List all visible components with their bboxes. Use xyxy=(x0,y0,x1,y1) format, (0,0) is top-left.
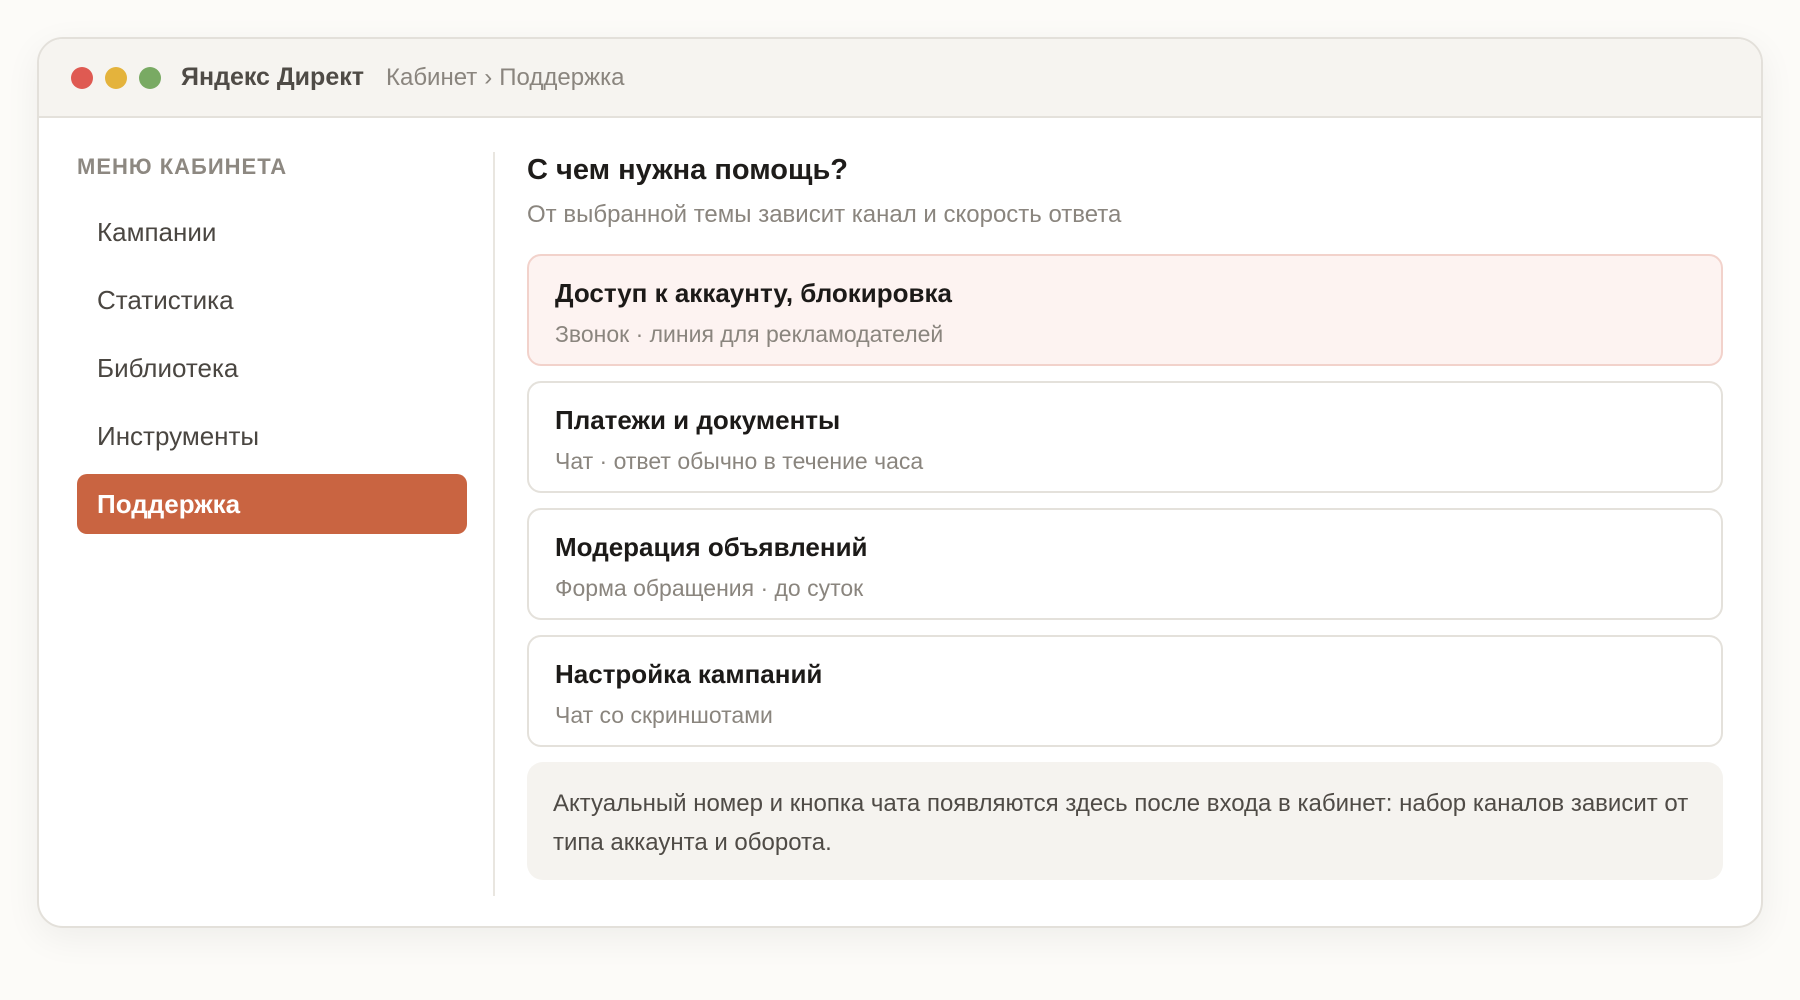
sidebar-item-tools[interactable]: Инструменты xyxy=(77,406,467,466)
topic-channel: Чат · ответ обычно в течение часа xyxy=(555,448,924,474)
breadcrumb-item-cabinet[interactable]: Кабинет xyxy=(386,64,477,92)
breadcrumb-separator: › xyxy=(484,63,493,91)
topic-channel: Звонок · линия для рекламодателей xyxy=(555,321,944,347)
topic-title: Платежи и документы xyxy=(555,405,841,435)
info-note: Актуальный номер и кнопка чата появляютс… xyxy=(527,762,1723,880)
app-title: Яндекс Директ xyxy=(181,63,364,91)
app-window: Яндекс Директ Кабинет › Поддержка МЕНЮ К… xyxy=(37,37,1763,928)
close-window-button[interactable] xyxy=(71,66,93,89)
menu-heading: МЕНЮ КАБИНЕТА xyxy=(77,154,288,179)
title-bar: Яндекс Директ Кабинет › Поддержка xyxy=(39,39,1761,118)
breadcrumb: Кабинет › Поддержка xyxy=(386,64,624,92)
topic-card-moderation[interactable]: Модерация объявлений Форма обращения · д… xyxy=(527,508,1723,620)
sidebar-item-statistics[interactable]: Статистика xyxy=(77,270,467,330)
sidebar-item-campaigns[interactable]: Кампании xyxy=(77,202,467,262)
topic-card-payments[interactable]: Платежи и документы Чат · ответ обычно в… xyxy=(527,381,1723,493)
topic-channel: Форма обращения · до суток xyxy=(555,575,864,601)
sidebar-item-library[interactable]: Библиотека xyxy=(77,338,467,398)
topic-channel: Чат со скриншотами xyxy=(555,702,773,728)
sidebar-item-support[interactable]: Поддержка xyxy=(77,474,467,534)
topic-card-account-access[interactable]: Доступ к аккаунту, блокировка Звонок · л… xyxy=(527,254,1723,366)
page-title: С чем нужна помощь? xyxy=(527,154,848,186)
breadcrumb-item-support: Поддержка xyxy=(499,63,625,91)
minimize-window-button[interactable] xyxy=(105,66,127,89)
sidebar-menu: МЕНЮ КАБИНЕТА Кампании Статистика Библио… xyxy=(39,118,495,926)
topic-card-campaign-setup[interactable]: Настройка кампаний Чат со скриншотами xyxy=(527,635,1723,747)
support-panel: С чем нужна помощь? От выбранной темы за… xyxy=(495,118,1761,926)
topic-title: Модерация объявлений xyxy=(555,532,868,562)
topic-title: Настройка кампаний xyxy=(555,659,823,689)
topic-title: Доступ к аккаунту, блокировка xyxy=(555,278,952,308)
topic-list: Доступ к аккаунту, блокировка Звонок · л… xyxy=(527,254,1723,747)
page-subtitle: От выбранной темы зависит канал и скорос… xyxy=(527,201,1122,228)
maximize-window-button[interactable] xyxy=(139,66,161,89)
